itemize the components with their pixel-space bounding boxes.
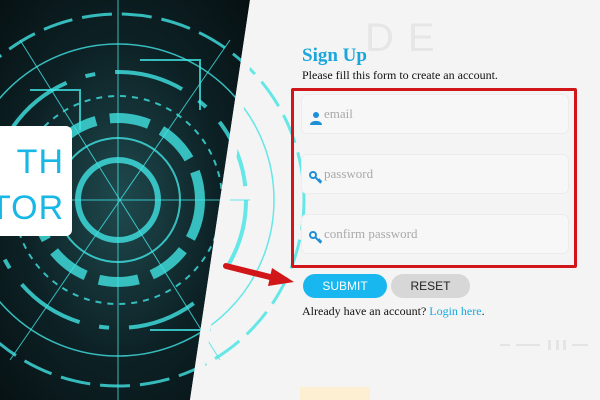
signup-page: DE TH TOR Sign Up Please fill this form … [0, 0, 600, 400]
hero-logo-line: TH [16, 143, 64, 181]
key-icon [309, 231, 323, 244]
email-field[interactable] [301, 94, 569, 134]
form-title: Sign Up [302, 45, 367, 66]
user-icon [310, 112, 322, 125]
confirm-password-field[interactable] [301, 214, 569, 254]
password-field[interactable] [301, 154, 569, 194]
hero-logo: TH TOR [0, 126, 72, 236]
key-icon [309, 171, 323, 184]
email-input[interactable] [324, 103, 560, 125]
password-input[interactable] [324, 163, 560, 185]
login-prompt-text: Already have an account? [302, 304, 427, 318]
hero-logo-line: TOR [0, 189, 65, 227]
login-prompt: Already have an account? Login here. [302, 304, 485, 319]
red-arrow-annotation [223, 263, 294, 286]
form-subtitle: Please fill this form to create an accou… [302, 68, 498, 82]
login-link[interactable]: Login here [429, 304, 481, 318]
confirm-password-input[interactable] [324, 223, 560, 245]
signup-form: Sign Up Please fill this form to create … [291, 0, 592, 400]
login-prompt-suffix: . [481, 304, 485, 318]
